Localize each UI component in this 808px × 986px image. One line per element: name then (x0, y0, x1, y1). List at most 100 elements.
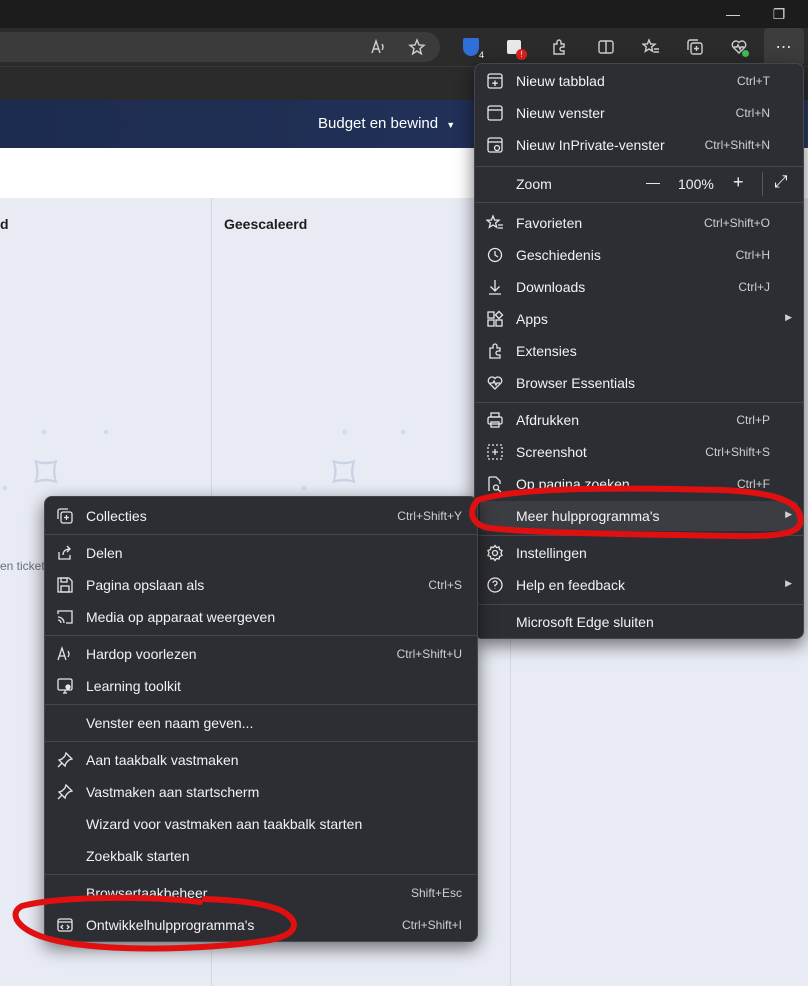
menu-item-find-on-page[interactable]: Op pagina zoeken Ctrl+F (480, 469, 798, 499)
favorites-icon[interactable] (637, 33, 665, 61)
menu-item-browser-essentials[interactable]: Browser Essentials (480, 368, 798, 398)
read-aloud-icon[interactable] (364, 33, 392, 61)
menu-item-apps[interactable]: Apps ▶ (480, 304, 798, 334)
decor-dot (302, 486, 306, 490)
restore-button[interactable]: ❐ (756, 0, 802, 28)
minimize-icon: — (726, 6, 740, 22)
chevron-right-icon: ▶ (785, 312, 792, 322)
menu-item-more-tools[interactable]: Meer hulpprogramma's ▶ (480, 501, 798, 531)
more-tools-submenu: Collecties Ctrl+Shift+Y Delen Pagina ops… (44, 496, 478, 942)
zoom-label: Zoom (516, 176, 552, 192)
learning-icon (56, 677, 74, 695)
menu-item-learning-toolkit[interactable]: Learning toolkit (50, 671, 472, 701)
zoom-out-button[interactable]: — (646, 174, 660, 190)
menu-item-label: Vastmaken aan startscherm (86, 784, 260, 800)
menu-item-new-tab[interactable]: Nieuw tabblad Ctrl+T (480, 66, 798, 96)
menu-item-share[interactable]: Delen (50, 538, 472, 568)
shortcut-label: Ctrl+T (737, 74, 770, 88)
decor-dot (3, 486, 7, 490)
shortcut-label: Shift+Esc (410, 886, 462, 900)
menu-item-devtools[interactable]: Ontwikkelhulpprogramma's Ctrl+Shift+I (50, 910, 472, 940)
chevron-right-icon: ▶ (785, 578, 792, 588)
shortcut-label: Ctrl+Shift+U (396, 647, 462, 661)
menu-item-label: Zoekbalk starten (86, 848, 190, 864)
decor-dot (42, 430, 46, 434)
toolbar: 4 ! ⋯ (0, 28, 808, 66)
menu-item-collections[interactable]: Collecties Ctrl+Shift+Y (50, 501, 472, 531)
history-icon (486, 246, 504, 264)
zoom-in-button[interactable]: + (733, 172, 744, 193)
find-icon (486, 475, 504, 493)
screenshot-icon (486, 443, 504, 461)
menu-item-pin-start[interactable]: Vastmaken aan startscherm (50, 777, 472, 807)
extensions-icon (486, 342, 504, 360)
menu-separator (475, 402, 803, 403)
menu-item-label: Browsertaakbeheer (86, 885, 208, 901)
menu-item-label: Hardop voorlezen (86, 646, 197, 662)
column-title-escalated: Geescaleerd (224, 216, 308, 232)
menu-item-inprivate[interactable]: Nieuw InPrivate-venster Ctrl+Shift+N (480, 130, 798, 160)
collections-icon[interactable] (681, 33, 709, 61)
menu-item-label: Nieuw venster (516, 105, 605, 121)
collections-icon (56, 507, 74, 525)
fullscreen-button[interactable]: ⤢ (774, 172, 788, 192)
favorite-star-icon[interactable] (403, 33, 431, 61)
menu-item-read-aloud[interactable]: Hardop voorlezen Ctrl+Shift+U (50, 639, 472, 669)
menu-item-cast-media[interactable]: Media op apparaat weergeven (50, 602, 472, 632)
menu-item-help[interactable]: Help en feedback ▶ (480, 570, 798, 600)
menu-item-screenshot[interactable]: Screenshot Ctrl+Shift+S (480, 437, 798, 467)
minimize-button[interactable]: — (710, 0, 756, 28)
menu-item-label: Instellingen (516, 545, 587, 561)
shortcut-label: Ctrl+H (735, 248, 770, 262)
menu-item-label: Media op apparaat weergeven (86, 609, 276, 625)
chevron-down-icon: ▼ (446, 120, 456, 130)
menu-item-print[interactable]: Afdrukken Ctrl+P (480, 405, 798, 435)
share-icon (56, 544, 74, 562)
browser-essentials-icon[interactable] (725, 33, 753, 61)
extensions-puzzle-icon[interactable] (545, 33, 573, 61)
menu-item-label: Learning toolkit (86, 678, 181, 694)
shortcut-label: Ctrl+Shift+N (704, 138, 770, 152)
menu-item-label: Screenshot (516, 444, 587, 460)
devtools-icon (56, 916, 74, 934)
menu-item-label: Geschiedenis (516, 247, 601, 263)
menu-item-save-page[interactable]: Pagina opslaan als Ctrl+S (50, 570, 472, 600)
menu-item-label: Downloads (516, 279, 586, 295)
menu-separator (475, 202, 803, 203)
menu-item-label: Pagina opslaan als (86, 577, 205, 593)
extension-alert-badge: ! (516, 49, 527, 60)
menu-item-label: Help en feedback (516, 577, 625, 593)
extension-icon[interactable]: ! (500, 33, 528, 61)
menu-item-name-window[interactable]: Venster een naam geven... (50, 708, 472, 738)
shortcut-label: Ctrl+Shift+O (703, 216, 770, 230)
menu-item-favorites[interactable]: Favorieten Ctrl+Shift+O (480, 208, 798, 238)
more-icon: ⋯ (775, 39, 793, 56)
menu-item-label: Aan taakbalk vastmaken (86, 752, 239, 768)
menu-item-downloads[interactable]: Downloads Ctrl+J (480, 272, 798, 302)
settings-menu: Nieuw tabblad Ctrl+T Nieuw venster Ctrl+… (474, 63, 804, 639)
new-window-icon (486, 104, 504, 122)
menu-item-new-window[interactable]: Nieuw venster Ctrl+N (480, 98, 798, 128)
menu-item-label: Venster een naam geven... (86, 715, 254, 731)
menu-item-history[interactable]: Geschiedenis Ctrl+H (480, 240, 798, 270)
menu-item-search-bar[interactable]: Zoekbalk starten (50, 841, 472, 871)
menu-item-label: Delen (86, 545, 123, 561)
shortcut-label: Ctrl+J (738, 280, 770, 294)
split-screen-icon[interactable] (592, 33, 620, 61)
menu-item-pin-wizard[interactable]: Wizard voor vastmaken aan taakbalk start… (50, 809, 472, 839)
read-aloud-icon (56, 645, 74, 663)
menu-item-label: Ontwikkelhulpprogramma's (86, 917, 255, 933)
budget-nav-link[interactable]: Budget en bewind ▼ (318, 115, 455, 132)
menu-item-extensions[interactable]: Extensies (480, 336, 798, 366)
menu-item-close-edge[interactable]: Microsoft Edge sluiten (480, 607, 798, 637)
menu-item-task-manager[interactable]: Browsertaakbeheer Shift+Esc (50, 878, 472, 908)
menu-item-pin-taskbar[interactable]: Aan taakbalk vastmaken (50, 745, 472, 775)
menu-item-settings[interactable]: Instellingen (480, 538, 798, 568)
menu-separator (475, 535, 803, 536)
title-bar: — ❐ (0, 0, 808, 28)
more-options-button[interactable]: ⋯ (764, 28, 804, 66)
bitwarden-extension-icon[interactable]: 4 (457, 33, 485, 61)
decor-dot (343, 430, 347, 434)
pin-icon (56, 751, 74, 769)
menu-item-label: Nieuw InPrivate-venster (516, 137, 665, 153)
